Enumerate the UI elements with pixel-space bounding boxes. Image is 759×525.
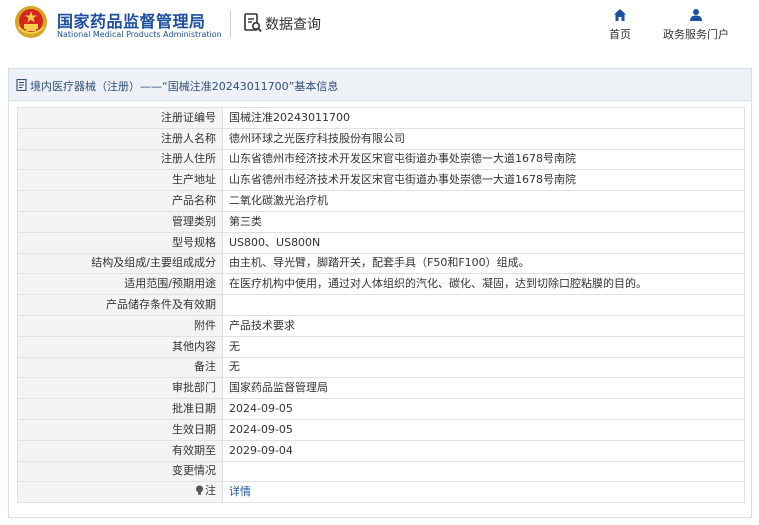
field-value (222, 294, 745, 316)
field-value: 2024-09-05 (222, 418, 745, 441)
field-label: 变更情况 (17, 460, 223, 483)
field-value-note: 详情 (222, 481, 745, 504)
nav-service-portal-label: 政务服务门户 (663, 28, 729, 41)
table-row: 附件 产品技术要求 (17, 314, 745, 337)
field-value: 国家药品监督管理局 (222, 377, 745, 400)
field-value: 国械注准20243011700 (222, 107, 745, 129)
table-row: 注册证编号 国械注准20243011700 (17, 107, 745, 129)
site-title: 国家药品监督管理局 (57, 12, 206, 31)
query-title: 数据查询 (265, 17, 321, 33)
table-row: 备注无 (17, 356, 745, 379)
field-label: 产品名称 (17, 190, 223, 212)
panel-title: 境内医疗器械（注册）——“国械注准20243011700”基本信息 (30, 80, 339, 93)
field-label: 生产地址 (17, 169, 223, 192)
table-row: 产品名称 二氧化碳激光治疗机 (17, 190, 745, 212)
field-value: 在医疗机构中使用，通过对人体组织的汽化、碳化、凝固，达到切除口腔粘膜的目的。 (222, 273, 745, 296)
table-row: 变更情况 (17, 460, 745, 483)
field-value: 二氧化碳激光治疗机 (222, 190, 745, 212)
table-row: 其他内容无 (17, 335, 745, 358)
table-row: 产品储存条件及有效期 (17, 294, 745, 316)
field-label: 产品储存条件及有效期 (17, 294, 223, 316)
field-label: 备注 (17, 356, 223, 379)
table-row: 生效日期 2024-09-05 (17, 418, 745, 441)
data-query-icon (244, 13, 262, 33)
lightbulb-icon (196, 485, 203, 496)
field-value: 2029-09-04 (222, 439, 745, 462)
table-row: 注册人名称 德州环球之光医疗科技股份有限公司 (17, 127, 745, 150)
table-row-note: 注详情 (17, 481, 745, 504)
document-icon (16, 79, 27, 91)
field-label: 生效日期 (17, 418, 223, 441)
table-row: 批准日期 2024-09-05 (17, 398, 745, 420)
field-label: 其他内容 (17, 335, 223, 358)
field-label: 注册人名称 (17, 127, 223, 150)
header-divider (230, 10, 231, 38)
note-label: 注 (205, 483, 216, 497)
field-value: 产品技术要求 (222, 314, 745, 337)
field-label: 有效期至 (17, 439, 223, 462)
nav-home-label: 首页 (609, 28, 631, 41)
user-icon (690, 9, 702, 21)
field-label: 型号规格 (17, 231, 223, 254)
table-row: 生产地址 山东省德州市经济技术开发区宋官屯街道办事处崇德一大道1678号南院 (17, 169, 745, 192)
field-label: 附件 (17, 314, 223, 337)
table-row: 适用范围/预期用途 在医疗机构中使用，通过对人体组织的汽化、碳化、凝固，达到切除口… (17, 273, 745, 296)
field-value (222, 460, 745, 483)
field-label: 结构及组成/主要组成成分 (17, 252, 223, 275)
field-value: 由主机、导光臂，脚踏开关，配套手具（F50和F100）组成。 (222, 252, 745, 275)
note-key: 注 (195, 484, 216, 498)
field-value: 德州环球之光医疗科技股份有限公司 (222, 127, 745, 150)
table-row: 有效期至 2029-09-04 (17, 439, 745, 462)
nav-home[interactable]: 首页 (600, 8, 640, 42)
nav-service-portal[interactable]: 政务服务门户 (654, 8, 738, 42)
table-row: 审批部门 国家药品监督管理局 (17, 377, 745, 400)
field-value: 无 (222, 335, 745, 358)
field-label: 审批部门 (17, 377, 223, 400)
field-value: 第三类 (222, 210, 745, 233)
field-label: 注册证编号 (17, 107, 223, 129)
field-value: 山东省德州市经济技术开发区宋官屯街道办事处崇德一大道1678号南院 (222, 169, 745, 192)
table-row: 管理类别 第三类 (17, 210, 745, 233)
field-label: 适用范围/预期用途 (17, 273, 223, 296)
site-header: 国家药品监督管理局 National Medical Products Admi… (0, 0, 759, 56)
field-value: 2024-09-05 (222, 398, 745, 420)
table-row: 型号规格 US800、US800N (17, 231, 745, 254)
field-label: 批准日期 (17, 398, 223, 420)
field-label: 管理类别 (17, 210, 223, 233)
field-value: US800、US800N (222, 231, 745, 254)
field-value: 无 (222, 356, 745, 379)
field-value: 山东省德州市经济技术开发区宋官屯街道办事处崇德一大道1678号南院 (222, 148, 745, 171)
national-emblem-icon (15, 6, 47, 38)
home-icon (614, 9, 626, 21)
field-label-note: 注 (17, 481, 223, 504)
details-link[interactable]: 详情 (229, 485, 251, 498)
device-info-panel: 境内医疗器械（注册）——“国械注准20243011700”基本信息 注册证编号国… (8, 68, 752, 518)
panel-title-bar: 境内医疗器械（注册）——“国械注准20243011700”基本信息 (9, 69, 751, 101)
table-row: 注册人住所 山东省德州市经济技术开发区宋官屯街道办事处崇德一大道1678号南院 (17, 148, 745, 171)
site-subtitle: National Medical Products Administration (57, 30, 222, 39)
field-label: 注册人住所 (17, 148, 223, 171)
table-row: 结构及组成/主要组成成分 由主机、导光臂，脚踏开关，配套手具（F50和F100）组… (17, 252, 745, 275)
device-info-table: 注册证编号 国械注准20243011700 注册人名称 德州环球之光医疗科技股份有限公… (17, 107, 745, 504)
